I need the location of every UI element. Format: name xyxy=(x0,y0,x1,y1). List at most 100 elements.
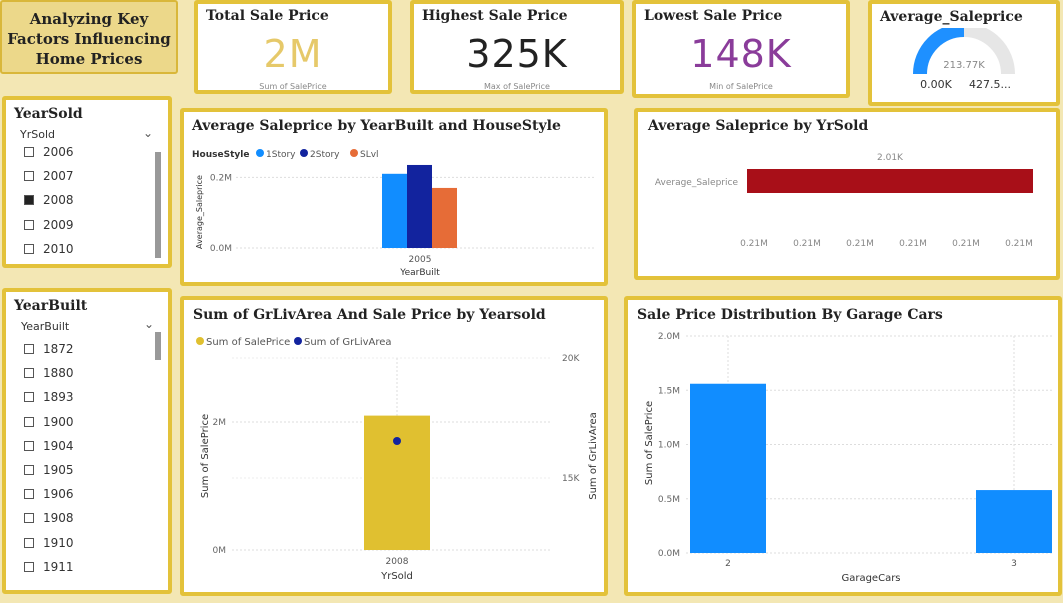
slicer-item-label: 1906 xyxy=(43,487,74,502)
x-tick-label: 0.21M xyxy=(740,239,768,249)
slicer-title: YearSold xyxy=(14,106,83,122)
bar xyxy=(690,383,766,553)
y-tick-label: 2M xyxy=(213,418,227,428)
kpi-highest-sale-price-card[interactable]: Highest Sale Price 325K Max of SalePrice xyxy=(410,0,624,94)
chevron-down-icon[interactable]: ⌄ xyxy=(144,317,154,331)
slicer-item[interactable]: 2006 xyxy=(24,145,74,159)
checkbox-icon[interactable] xyxy=(24,344,34,354)
checkbox-icon[interactable] xyxy=(24,171,34,182)
scrollbar[interactable] xyxy=(155,332,161,360)
x-tick-label: 2005 xyxy=(409,255,432,265)
slicer-field-header[interactable]: YearBuilt xyxy=(21,320,69,333)
chart-title: Sale Price Distribution By Garage Cars xyxy=(637,307,943,323)
gauge-value-label: 213.77K xyxy=(943,60,985,71)
slicer-field-label: YearBuilt xyxy=(21,320,70,333)
x-tick-label: 0.21M xyxy=(846,239,874,249)
slicer-item[interactable]: 1905 xyxy=(24,463,74,477)
slicer-item-label: 2008 xyxy=(43,193,74,208)
housestyle-chart: HouseStyle 1Story 2Story SLvl 0.0M 0.2M 2005 Ye… xyxy=(192,149,594,278)
y2-tick-label: 15K xyxy=(562,474,580,484)
garage-chart-card[interactable]: Sale Price Distribution By Garage Cars 0… xyxy=(624,296,1062,596)
kpi-total-sale-price-card[interactable]: Total Sale Price 2M Sum of SalePrice xyxy=(194,0,392,94)
slicer-item[interactable]: 1893 xyxy=(24,390,74,404)
kpi-value: 325K xyxy=(466,32,568,76)
slicer-item[interactable]: 1908 xyxy=(24,511,74,525)
line-point xyxy=(393,437,401,445)
slicer-item[interactable]: 1911 xyxy=(24,560,74,574)
slicer-item[interactable]: 1872 xyxy=(24,342,74,356)
slicer-item-label: 2007 xyxy=(43,169,74,184)
slicer-item[interactable]: 1904 xyxy=(24,439,74,453)
checkbox-icon[interactable] xyxy=(24,243,34,254)
y-tick-label: Average_Saleprice xyxy=(655,178,739,188)
checkbox-icon[interactable] xyxy=(24,561,34,572)
slicer-item[interactable]: 2009 xyxy=(24,218,74,232)
x-tick-label: 0.21M xyxy=(1005,239,1033,249)
legend-label: Sum of GrLivArea xyxy=(304,337,392,348)
slicer-item-label: 1911 xyxy=(43,559,74,574)
x-axis-label: YrSold xyxy=(380,571,413,582)
grlivarea-chart: Sum of SalePrice Sum of GrLivArea 0M 2M 15K 2… xyxy=(196,337,599,582)
checkbox-icon[interactable] xyxy=(24,416,34,427)
y2-axis-label: Sum of GrLivArea xyxy=(588,412,599,500)
gauge-max-label: 427.5... xyxy=(969,78,1011,91)
slicer-item[interactable]: 1906 xyxy=(24,487,74,501)
legend-label: 1Story xyxy=(266,150,296,160)
checkbox-icon[interactable] xyxy=(24,513,34,524)
legend-label: 2Story xyxy=(310,150,340,160)
y-axis-label: Average_Saleprice xyxy=(195,175,204,249)
slicer-item-label: 1904 xyxy=(43,438,74,453)
x-axis-label: GarageCars xyxy=(841,573,900,584)
kpi-lowest-sale-price-card[interactable]: Lowest Sale Price 148K Min of SalePrice xyxy=(632,0,850,98)
checkbox-icon[interactable] xyxy=(24,219,34,230)
housestyle-chart-card[interactable]: Average Saleprice by YearBuilt and House… xyxy=(180,108,608,286)
bar xyxy=(382,173,407,248)
kpi-value: 148K xyxy=(690,32,792,76)
legend-label: SLvl xyxy=(360,150,379,160)
slicer-item[interactable]: 1900 xyxy=(24,415,74,429)
kpi-title: Highest Sale Price xyxy=(422,8,568,24)
slicer-item[interactable]: 1880 xyxy=(24,366,74,380)
y-tick-label: 0.5M xyxy=(658,495,680,505)
slicer-item[interactable]: 2007 xyxy=(24,169,74,183)
checkbox-icon[interactable] xyxy=(24,368,34,379)
bar xyxy=(976,490,1052,553)
x-tick-label: 2008 xyxy=(386,557,409,567)
slicer-item-label: 1905 xyxy=(43,463,74,477)
y2-tick-label: 20K xyxy=(562,354,580,364)
checkbox-icon[interactable] xyxy=(24,195,34,206)
y-tick-label: 1.5M xyxy=(658,386,680,396)
checkbox-icon[interactable] xyxy=(24,489,34,500)
y-tick-label: 2.0M xyxy=(658,332,680,342)
y-tick-label: 0.0M xyxy=(210,244,232,254)
yrsold-chart-card[interactable]: Average Saleprice by YrSold 2.01K Average… xyxy=(634,108,1060,280)
bar xyxy=(407,164,432,248)
slicer-item-label: 2009 xyxy=(43,217,74,232)
yearbuilt-slicer[interactable]: YearBuilt YearBuilt ⌄ 1872 1880 1893 1900 19… xyxy=(2,288,172,594)
slicer-field-header[interactable]: YrSold xyxy=(20,128,55,141)
average-saleprice-gauge-card[interactable]: Average_Saleprice 213.77K 0.00K 427.5... xyxy=(868,0,1060,106)
yearsold-slicer[interactable]: YearSold YrSold ⌄ 2006 2007 2008 2009 2010 xyxy=(2,96,172,268)
x-tick-label: 0.21M xyxy=(899,239,927,249)
chart-title: Average Saleprice by YearBuilt and House… xyxy=(192,118,561,134)
legend-marker xyxy=(196,337,204,345)
slicer-title: YearBuilt xyxy=(14,298,88,314)
x-tick-label: 0.21M xyxy=(793,239,821,249)
chevron-down-icon[interactable]: ⌄ xyxy=(143,126,153,140)
checkbox-icon[interactable] xyxy=(24,465,34,475)
slicer-item[interactable]: 1910 xyxy=(24,536,74,550)
slicer-item-label: 1872 xyxy=(43,342,74,356)
checkbox-icon[interactable] xyxy=(24,147,34,157)
kpi-value: 2M xyxy=(263,32,323,76)
slicer-item-label: 1893 xyxy=(43,390,74,405)
grlivarea-chart-card[interactable]: Sum of GrLivArea And Sale Price by Years… xyxy=(180,296,608,596)
slicer-item-label: 2006 xyxy=(43,145,74,159)
checkbox-icon[interactable] xyxy=(24,440,34,451)
checkbox-icon[interactable] xyxy=(24,392,34,403)
slicer-item[interactable]: 2010 xyxy=(24,242,74,256)
scrollbar[interactable] xyxy=(155,152,161,258)
y-tick-label: 0.2M xyxy=(210,173,232,183)
slicer-item[interactable]: 2008 xyxy=(24,193,74,207)
checkbox-icon[interactable] xyxy=(24,537,34,548)
dashboard-title: Analyzing Key Factors Influencing Home P… xyxy=(7,10,171,68)
